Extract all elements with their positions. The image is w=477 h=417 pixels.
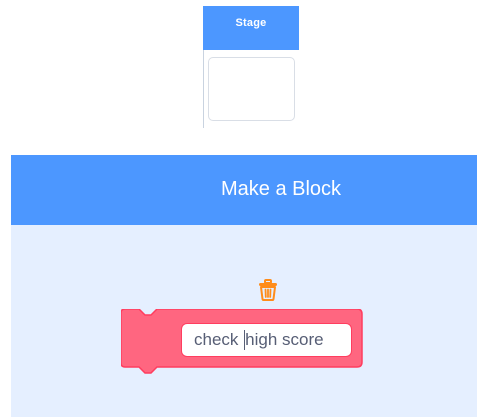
stage-divider <box>203 50 204 128</box>
dialog-header: Make a Block <box>11 155 477 225</box>
block-name-input[interactable]: check high score <box>181 323 352 357</box>
custom-block[interactable]: check high score <box>121 309 365 381</box>
dialog-title: Make a Block <box>221 178 342 200</box>
block-name-text-after: high score <box>245 330 324 349</box>
block-name-text-before: check <box>194 330 244 349</box>
stage-tab-label: Stage <box>235 17 267 29</box>
stage-panel: Stage <box>203 6 299 128</box>
make-a-block-dialog: Make a Block check high score <box>11 155 477 417</box>
stage-tab[interactable]: Stage <box>203 6 299 50</box>
stage-thumbnail[interactable] <box>208 57 295 121</box>
trash-icon[interactable] <box>258 279 278 301</box>
